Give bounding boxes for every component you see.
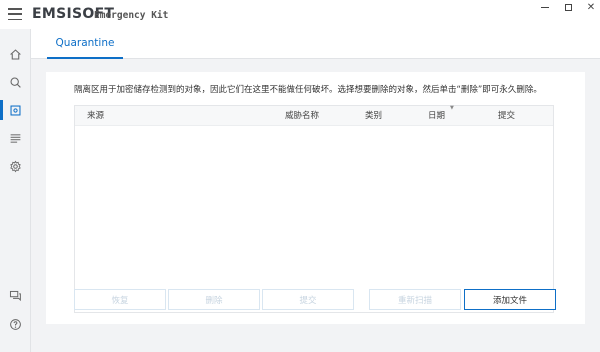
table-header: 来源 威胁名称 类别 日期 ▼ 提交	[75, 105, 553, 126]
sidebar-item-scan[interactable]	[0, 69, 31, 95]
quarantine-description: 隔离区用于加密储存检测到的对象，因此它们在这里不能做任何破坏。选择想要删除的对象…	[74, 85, 542, 95]
quarantine-panel: 隔离区用于加密储存检测到的对象，因此它们在这里不能做任何破坏。选择想要删除的对象…	[46, 72, 585, 324]
column-source[interactable]: 来源	[87, 106, 104, 126]
column-threat-name[interactable]: 威胁名称	[285, 106, 319, 126]
product-name: Emergency Kit	[94, 10, 169, 21]
column-type[interactable]: 类别	[365, 106, 382, 126]
help-icon	[10, 318, 21, 330]
sidebar-item-quarantine[interactable]	[0, 97, 31, 123]
gear-icon	[10, 160, 21, 172]
tab-quarantine[interactable]: Quarantine	[47, 29, 123, 59]
sort-indicator-icon: ▼	[450, 105, 454, 111]
search-icon	[10, 77, 21, 88]
sidebar-item-settings[interactable]	[0, 153, 31, 179]
sidebar	[0, 29, 31, 352]
column-date[interactable]: 日期	[428, 106, 445, 126]
hamburger-menu-icon[interactable]	[8, 8, 22, 20]
rescan-button[interactable]: 重新扫描	[369, 289, 461, 310]
quarantine-icon	[10, 105, 21, 115]
close-icon: ✕	[586, 1, 596, 13]
add-file-button[interactable]: 添加文件	[464, 289, 556, 310]
home-icon	[10, 48, 21, 59]
delete-button[interactable]: 删除	[168, 289, 260, 310]
column-submit[interactable]: 提交	[498, 106, 515, 126]
title-bar: EMSISOFT Emergency Kit ✕	[0, 0, 600, 29]
sidebar-item-home[interactable]	[0, 41, 31, 67]
list-icon	[10, 133, 21, 143]
sidebar-item-feedback[interactable]	[0, 282, 31, 308]
sidebar-item-logs[interactable]	[0, 125, 31, 151]
maximize-icon	[564, 3, 572, 11]
restore-button[interactable]: 恢复	[74, 289, 166, 310]
minimize-icon	[541, 6, 549, 8]
quarantine-table[interactable]: 来源 威胁名称 类别 日期 ▼ 提交	[74, 105, 554, 313]
chat-icon	[9, 290, 21, 301]
submit-button[interactable]: 提交	[262, 289, 354, 310]
page-header: Quarantine	[31, 29, 600, 59]
close-button[interactable]: ✕	[576, 0, 600, 14]
sidebar-item-help[interactable]	[0, 311, 31, 337]
